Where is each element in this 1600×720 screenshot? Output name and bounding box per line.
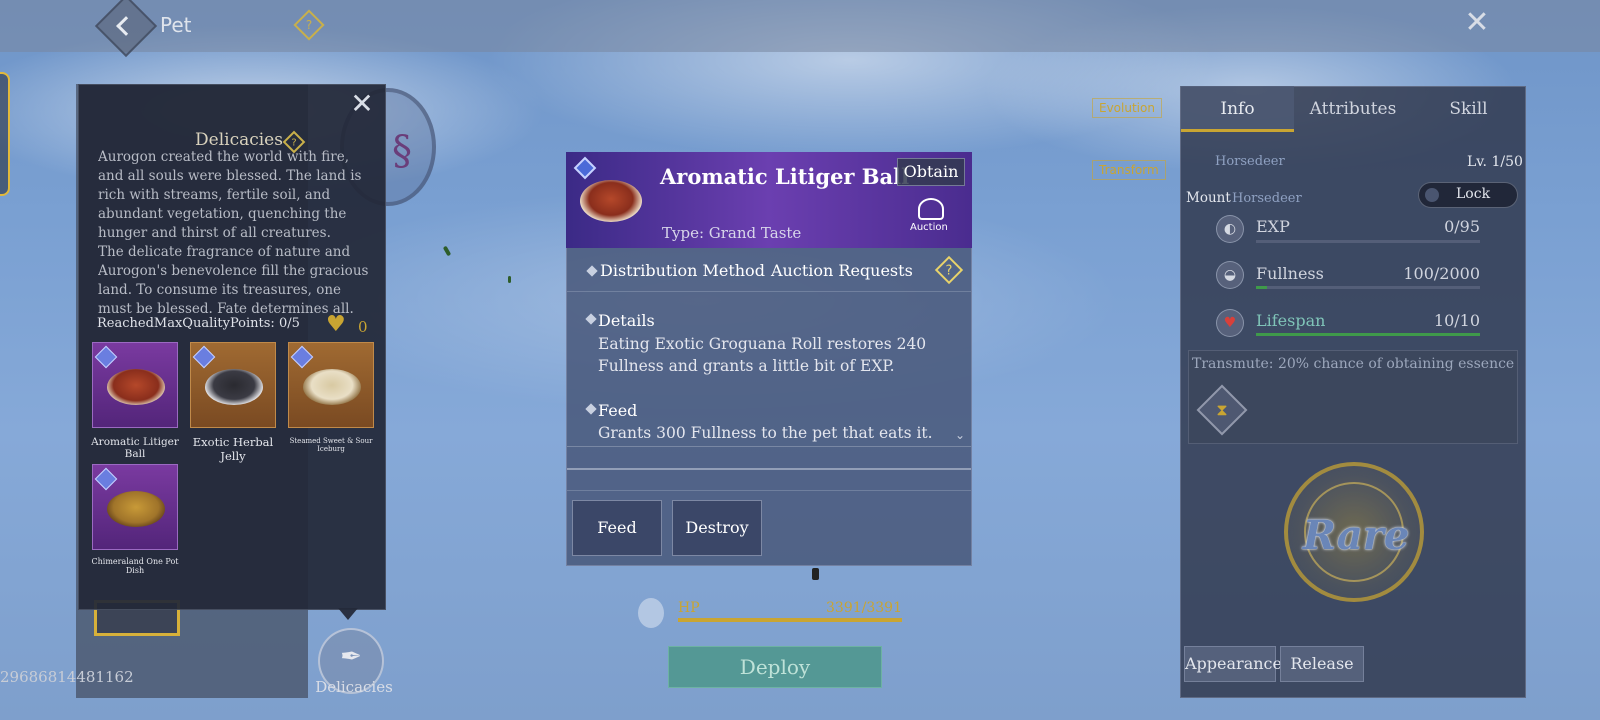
release-button[interactable]: Release bbox=[1280, 646, 1364, 682]
stat-value: 10/10 bbox=[1433, 311, 1480, 330]
pet-shadow bbox=[812, 568, 819, 580]
close-icon[interactable]: ✕ bbox=[1462, 8, 1492, 38]
evolution-button[interactable]: Evolution bbox=[1092, 98, 1162, 118]
mount-label: Mount bbox=[1186, 190, 1231, 206]
details-title: Details bbox=[598, 311, 655, 330]
deploy-button[interactable]: Deploy bbox=[668, 646, 882, 688]
feed-text: Grants 300 Fullness to the pet that eats… bbox=[598, 424, 933, 442]
hp-value: 3391/3391 bbox=[826, 600, 902, 616]
tab-skill[interactable]: Skill bbox=[1412, 86, 1525, 132]
close-icon[interactable]: ✕ bbox=[348, 90, 376, 118]
leaf-particle bbox=[508, 276, 511, 283]
distribution-method: Distribution Method bbox=[600, 261, 765, 280]
hp-label: HP bbox=[678, 600, 700, 616]
side-tab-highlight[interactable] bbox=[0, 72, 10, 196]
delicacies-button-label: Delicacies bbox=[315, 678, 393, 696]
stat-bar bbox=[1256, 333, 1480, 336]
rarity-gem-icon bbox=[94, 345, 118, 369]
heart-count: 0 bbox=[358, 318, 368, 336]
lifespan-heart-icon: ♥ bbox=[1216, 309, 1244, 337]
dish-icon bbox=[107, 491, 165, 527]
food-slot-label: Exotic Herbal Jelly bbox=[192, 435, 274, 463]
feed-title: Feed bbox=[598, 401, 638, 420]
food-slot-label: Chimeraland One Pot Dish bbox=[91, 557, 179, 575]
dish-icon bbox=[107, 369, 165, 405]
mount-value: Horsedeer bbox=[1232, 191, 1302, 206]
user-id: 29686814481162 bbox=[0, 668, 134, 686]
food-slot[interactable] bbox=[92, 464, 178, 550]
fullness-icon: ◒ bbox=[1216, 261, 1244, 289]
stat-bar bbox=[1256, 286, 1480, 289]
auction-requests: Auction Requests bbox=[771, 261, 913, 280]
top-bar bbox=[0, 0, 1600, 52]
heart-icon: ♥ bbox=[326, 312, 346, 337]
lock-label: Lock bbox=[1456, 186, 1491, 202]
rarity-gem-icon bbox=[192, 345, 216, 369]
dish-icon bbox=[303, 369, 361, 405]
item-dish-icon bbox=[580, 180, 642, 222]
feather-icon: ✒ bbox=[340, 642, 362, 672]
transmute-text: Transmute: 20% chance of obtaining essen… bbox=[1192, 356, 1515, 372]
item-type: Type: Grand Taste bbox=[662, 224, 802, 242]
stat-label: Fullness bbox=[1256, 264, 1324, 283]
rarity-label: Rare bbox=[1302, 512, 1410, 559]
rarity-gem-icon bbox=[94, 467, 118, 491]
food-slot[interactable] bbox=[190, 342, 276, 428]
popup-title: Delicacies bbox=[195, 130, 283, 150]
exp-icon: ◐ bbox=[1216, 215, 1244, 243]
appearance-button[interactable]: Appearance bbox=[1184, 646, 1282, 682]
leaf-particle bbox=[442, 245, 452, 257]
hp-bar bbox=[678, 618, 902, 622]
stat-value: 100/2000 bbox=[1403, 264, 1480, 283]
divider bbox=[567, 468, 971, 470]
stat-value: 0/95 bbox=[1444, 217, 1480, 236]
divider bbox=[567, 490, 971, 491]
obtain-button[interactable]: Obtain bbox=[897, 158, 965, 186]
details-text: Eating Exotic Groguana Roll restores 240… bbox=[598, 335, 927, 375]
toggle-knob bbox=[1425, 188, 1439, 202]
destroy-button[interactable]: Destroy bbox=[672, 500, 762, 556]
stat-bar-fill bbox=[1256, 333, 1480, 336]
hp-drop-icon bbox=[638, 598, 664, 628]
food-slot-label: Steamed Sweet & Sour Iceburg bbox=[289, 437, 373, 453]
stat-bar bbox=[1256, 240, 1480, 243]
food-slot[interactable] bbox=[288, 342, 374, 428]
lore-text: Aurogon created the world with fire, and… bbox=[98, 149, 369, 314]
food-slot[interactable] bbox=[92, 342, 178, 428]
tab-attributes[interactable]: Attributes bbox=[1296, 86, 1410, 132]
popup-pointer bbox=[338, 608, 358, 620]
page-title: Pet bbox=[160, 13, 192, 37]
item-name: Aromatic Litiger Ball bbox=[660, 164, 910, 189]
quality-points: ReachedMaxQualityPoints: 0/5 bbox=[97, 316, 300, 331]
pet-name: Horsedeer bbox=[1215, 154, 1285, 169]
question-icon: ? bbox=[305, 18, 313, 32]
tab-info[interactable]: Info bbox=[1181, 86, 1294, 132]
pet-emblem-glyph-icon: § bbox=[392, 128, 412, 174]
hourglass-icon: ⧗ bbox=[1216, 400, 1228, 419]
back-arrow-icon bbox=[116, 16, 136, 36]
stat-label: EXP bbox=[1256, 217, 1290, 236]
rarity-gem-icon bbox=[290, 345, 314, 369]
pet-level: Lv. 1/50 bbox=[1467, 154, 1523, 170]
auction-icon[interactable] bbox=[918, 198, 944, 220]
dish-icon bbox=[205, 369, 263, 405]
scroll-down-icon[interactable]: ⌄ bbox=[955, 428, 965, 442]
stat-label: Lifespan bbox=[1256, 311, 1326, 330]
divider bbox=[567, 446, 971, 447]
auction-label: Auction bbox=[910, 222, 948, 233]
stat-bar-fill bbox=[1256, 286, 1268, 289]
food-slot-label: Aromatic Litiger Ball bbox=[91, 436, 179, 460]
feed-button[interactable]: Feed bbox=[572, 500, 662, 556]
question-icon: ? bbox=[945, 263, 953, 279]
transform-button[interactable]: Transform bbox=[1092, 160, 1166, 180]
